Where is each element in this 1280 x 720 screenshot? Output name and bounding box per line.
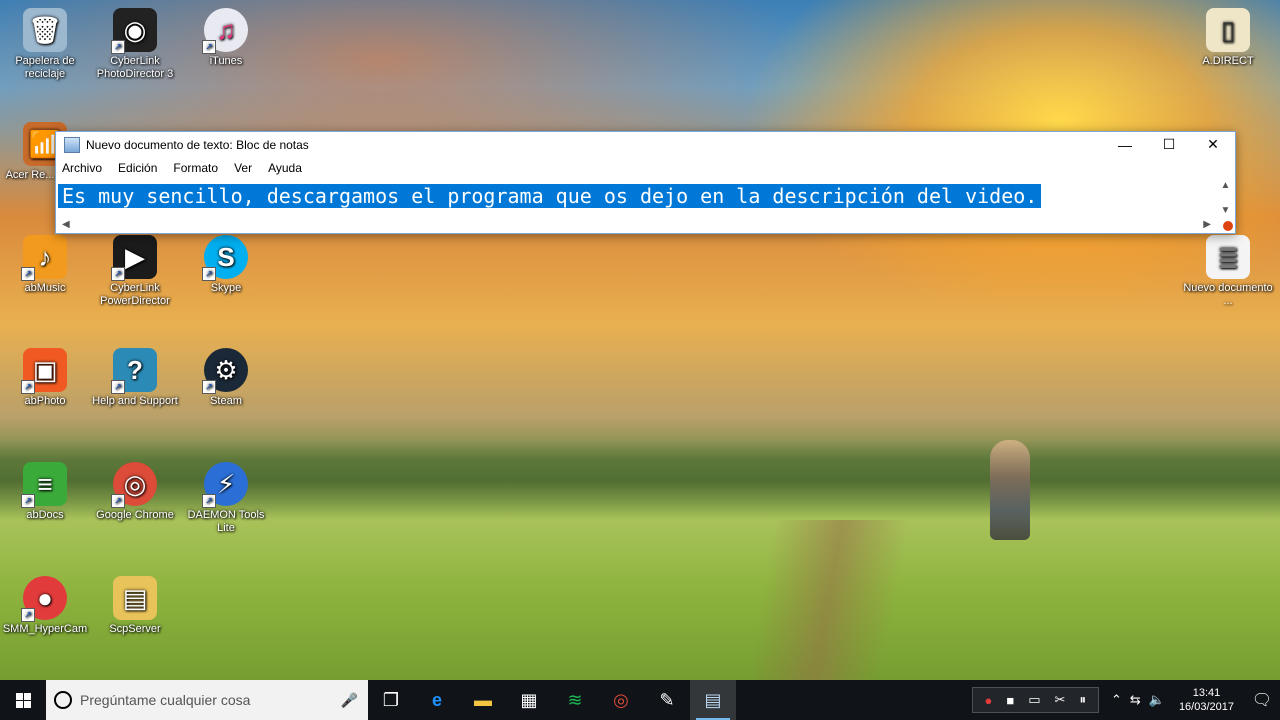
hypercam-icon: ● ↗ — [21, 576, 67, 622]
chrome-icon: ◎ ↗ — [111, 462, 157, 508]
menu-formato[interactable]: Formato — [173, 161, 218, 175]
steam-icon: ⚙ ↗ — [202, 348, 248, 394]
desktop-icon-skype[interactable]: S ↗ Skype — [181, 235, 271, 295]
desktop-icon-itunes[interactable]: ♫ ↗ iTunes — [181, 8, 271, 68]
window-title: Nuevo documento de texto: Bloc de notas — [86, 137, 309, 152]
chevron-up-icon[interactable]: ⌃ — [1111, 692, 1122, 708]
notepad-window[interactable]: Nuevo documento de texto: Bloc de notas … — [55, 131, 1236, 234]
menu-ver[interactable]: Ver — [234, 161, 252, 175]
tools-icon[interactable]: ✂ — [1055, 692, 1066, 708]
horizontal-scrollbar[interactable]: ◀ ▶ — [58, 218, 1215, 230]
clock[interactable]: 13:41 16/03/2017 — [1179, 686, 1234, 714]
desktop-icon-abdocs[interactable]: ≡ ↗ abDocs — [0, 462, 90, 522]
scroll-up-icon[interactable]: ▲ — [1221, 180, 1231, 191]
record-icon[interactable]: ● — [985, 693, 993, 708]
edge-icon[interactable]: e — [414, 680, 460, 720]
window-controls: — ☐ ✕ — [1103, 132, 1235, 157]
desktop-icon-steam[interactable]: ⚙ ↗ Steam — [181, 348, 271, 408]
abmusic-icon: ♪ ↗ — [21, 235, 67, 281]
scroll-right-icon[interactable]: ▶ — [1203, 219, 1211, 230]
desktop-icon-chrome[interactable]: ◎ ↗ Google Chrome — [90, 462, 180, 522]
close-button[interactable]: ✕ — [1191, 132, 1235, 157]
minimize-button[interactable]: — — [1103, 132, 1147, 157]
vertical-scrollbar[interactable]: ▲ ▼ — [1217, 180, 1234, 216]
help-icon: ? ↗ — [111, 348, 157, 394]
clock-date: 16/03/2017 — [1178, 701, 1234, 713]
volume-icon[interactable]: 🔈 — [1149, 692, 1165, 708]
desktop-icon-hypercam[interactable]: ● ↗ SMM_HyperCam — [0, 576, 90, 636]
abphoto-icon: ▣ ↗ — [21, 348, 67, 394]
windows-logo-icon — [15, 692, 31, 708]
wallpaper-figure — [990, 440, 1030, 540]
window-capture-icon[interactable]: ▭ — [1028, 692, 1040, 708]
search-placeholder: Pregúntame cualquier cosa — [80, 692, 251, 708]
menu-edicion[interactable]: Edición — [118, 161, 157, 175]
notepad-titlebar[interactable]: Nuevo documento de texto: Bloc de notas … — [56, 132, 1235, 157]
desktop-icon-nuevo-documento[interactable]: ≣ Nuevo documento ... — [1183, 235, 1273, 308]
search-box[interactable]: Pregúntame cualquier cosa 🎤 — [46, 680, 368, 720]
abdocs-icon: ≡ ↗ — [21, 462, 67, 508]
wallpaper-path — [640, 520, 1060, 690]
clock-time: 13:41 — [1192, 687, 1221, 699]
file-explorer-icon[interactable]: ▬ — [460, 680, 506, 720]
recycle-bin-icon: 🗑 — [23, 8, 67, 52]
store-icon[interactable]: ▦ — [506, 680, 552, 720]
desktop-icon-powerdirector[interactable]: ▶ ↗ CyberLink PowerDirector — [90, 235, 180, 308]
stop-icon[interactable]: ■ — [1006, 693, 1014, 708]
system-tray: ● ■ ▭ ✂ ⏸ ⌃ ⇆ 🔈 13:41 16/03/2017 🗨 — [971, 680, 1280, 720]
desktop-icon-photodirector[interactable]: ◉ ↗ CyberLink PhotoDirector 3 — [90, 8, 180, 81]
itunes-icon: ♫ ↗ — [202, 8, 248, 54]
file-icon: ▯ — [1206, 8, 1250, 52]
chrome-taskbar-icon[interactable]: ◎ — [598, 680, 644, 720]
scroll-left-icon[interactable]: ◀ — [62, 219, 70, 230]
tray-recorder-controls: ● ■ ▭ ✂ ⏸ — [971, 687, 1099, 713]
photodirector-icon: ◉ ↗ — [111, 8, 157, 54]
menu-ayuda[interactable]: Ayuda — [268, 161, 302, 175]
desktop-icon-daemon-tools[interactable]: ⚡ ↗ DAEMON Tools Lite — [181, 462, 271, 535]
desktop-icon-help[interactable]: ? ↗ Help and Support — [90, 348, 180, 408]
desktop-icon-abphoto[interactable]: ▣ ↗ abPhoto — [0, 348, 90, 408]
skype-icon: S ↗ — [202, 235, 248, 281]
cortana-icon — [54, 691, 72, 709]
desktop-icon-abmusic[interactable]: ♪ ↗ abMusic — [0, 235, 90, 295]
scroll-down-icon[interactable]: ▼ — [1221, 205, 1231, 216]
app-taskbar-icon[interactable]: ✎ — [644, 680, 690, 720]
maximize-button[interactable]: ☐ — [1147, 132, 1191, 157]
task-view-icon[interactable]: ❐ — [368, 680, 414, 720]
microphone-icon[interactable]: 🎤 — [341, 692, 358, 709]
menu-bar: Archivo Edición Formato Ver Ayuda — [56, 157, 1235, 179]
selected-text[interactable]: Es muy sencillo, descargamos el programa… — [58, 184, 1042, 208]
notepad-taskbar-icon[interactable]: ▤ — [690, 680, 736, 720]
text-document-icon: ≣ — [1206, 235, 1250, 279]
notification-icon[interactable]: 🗨 — [1244, 680, 1280, 720]
daemon-tools-icon: ⚡ ↗ — [202, 462, 248, 508]
taskbar: Pregúntame cualquier cosa 🎤 ❐ e ▬ ▦ ≋ ◎ … — [0, 680, 1280, 720]
resize-grip[interactable] — [1223, 221, 1233, 231]
spotify-icon[interactable]: ≋ — [552, 680, 598, 720]
notepad-icon — [64, 136, 80, 153]
menu-archivo[interactable]: Archivo — [62, 161, 102, 175]
desktop-icon-scpserver[interactable]: ▤ ScpServer — [90, 576, 180, 636]
network-icon[interactable]: ⇆ — [1130, 692, 1141, 708]
pause-icon[interactable]: ⏸ — [1079, 692, 1086, 708]
desktop-icon-adirect[interactable]: ▯ A.DIRECT — [1183, 8, 1273, 68]
start-button[interactable] — [0, 680, 46, 720]
powerdirector-icon: ▶ ↗ — [111, 235, 157, 281]
text-editor[interactable]: Es muy sencillo, descargamos el programa… — [58, 180, 1215, 212]
folder-icon: ▤ — [113, 576, 157, 620]
desktop-icon-recycle-bin[interactable]: 🗑 Papelera de reciclaje — [0, 8, 90, 81]
